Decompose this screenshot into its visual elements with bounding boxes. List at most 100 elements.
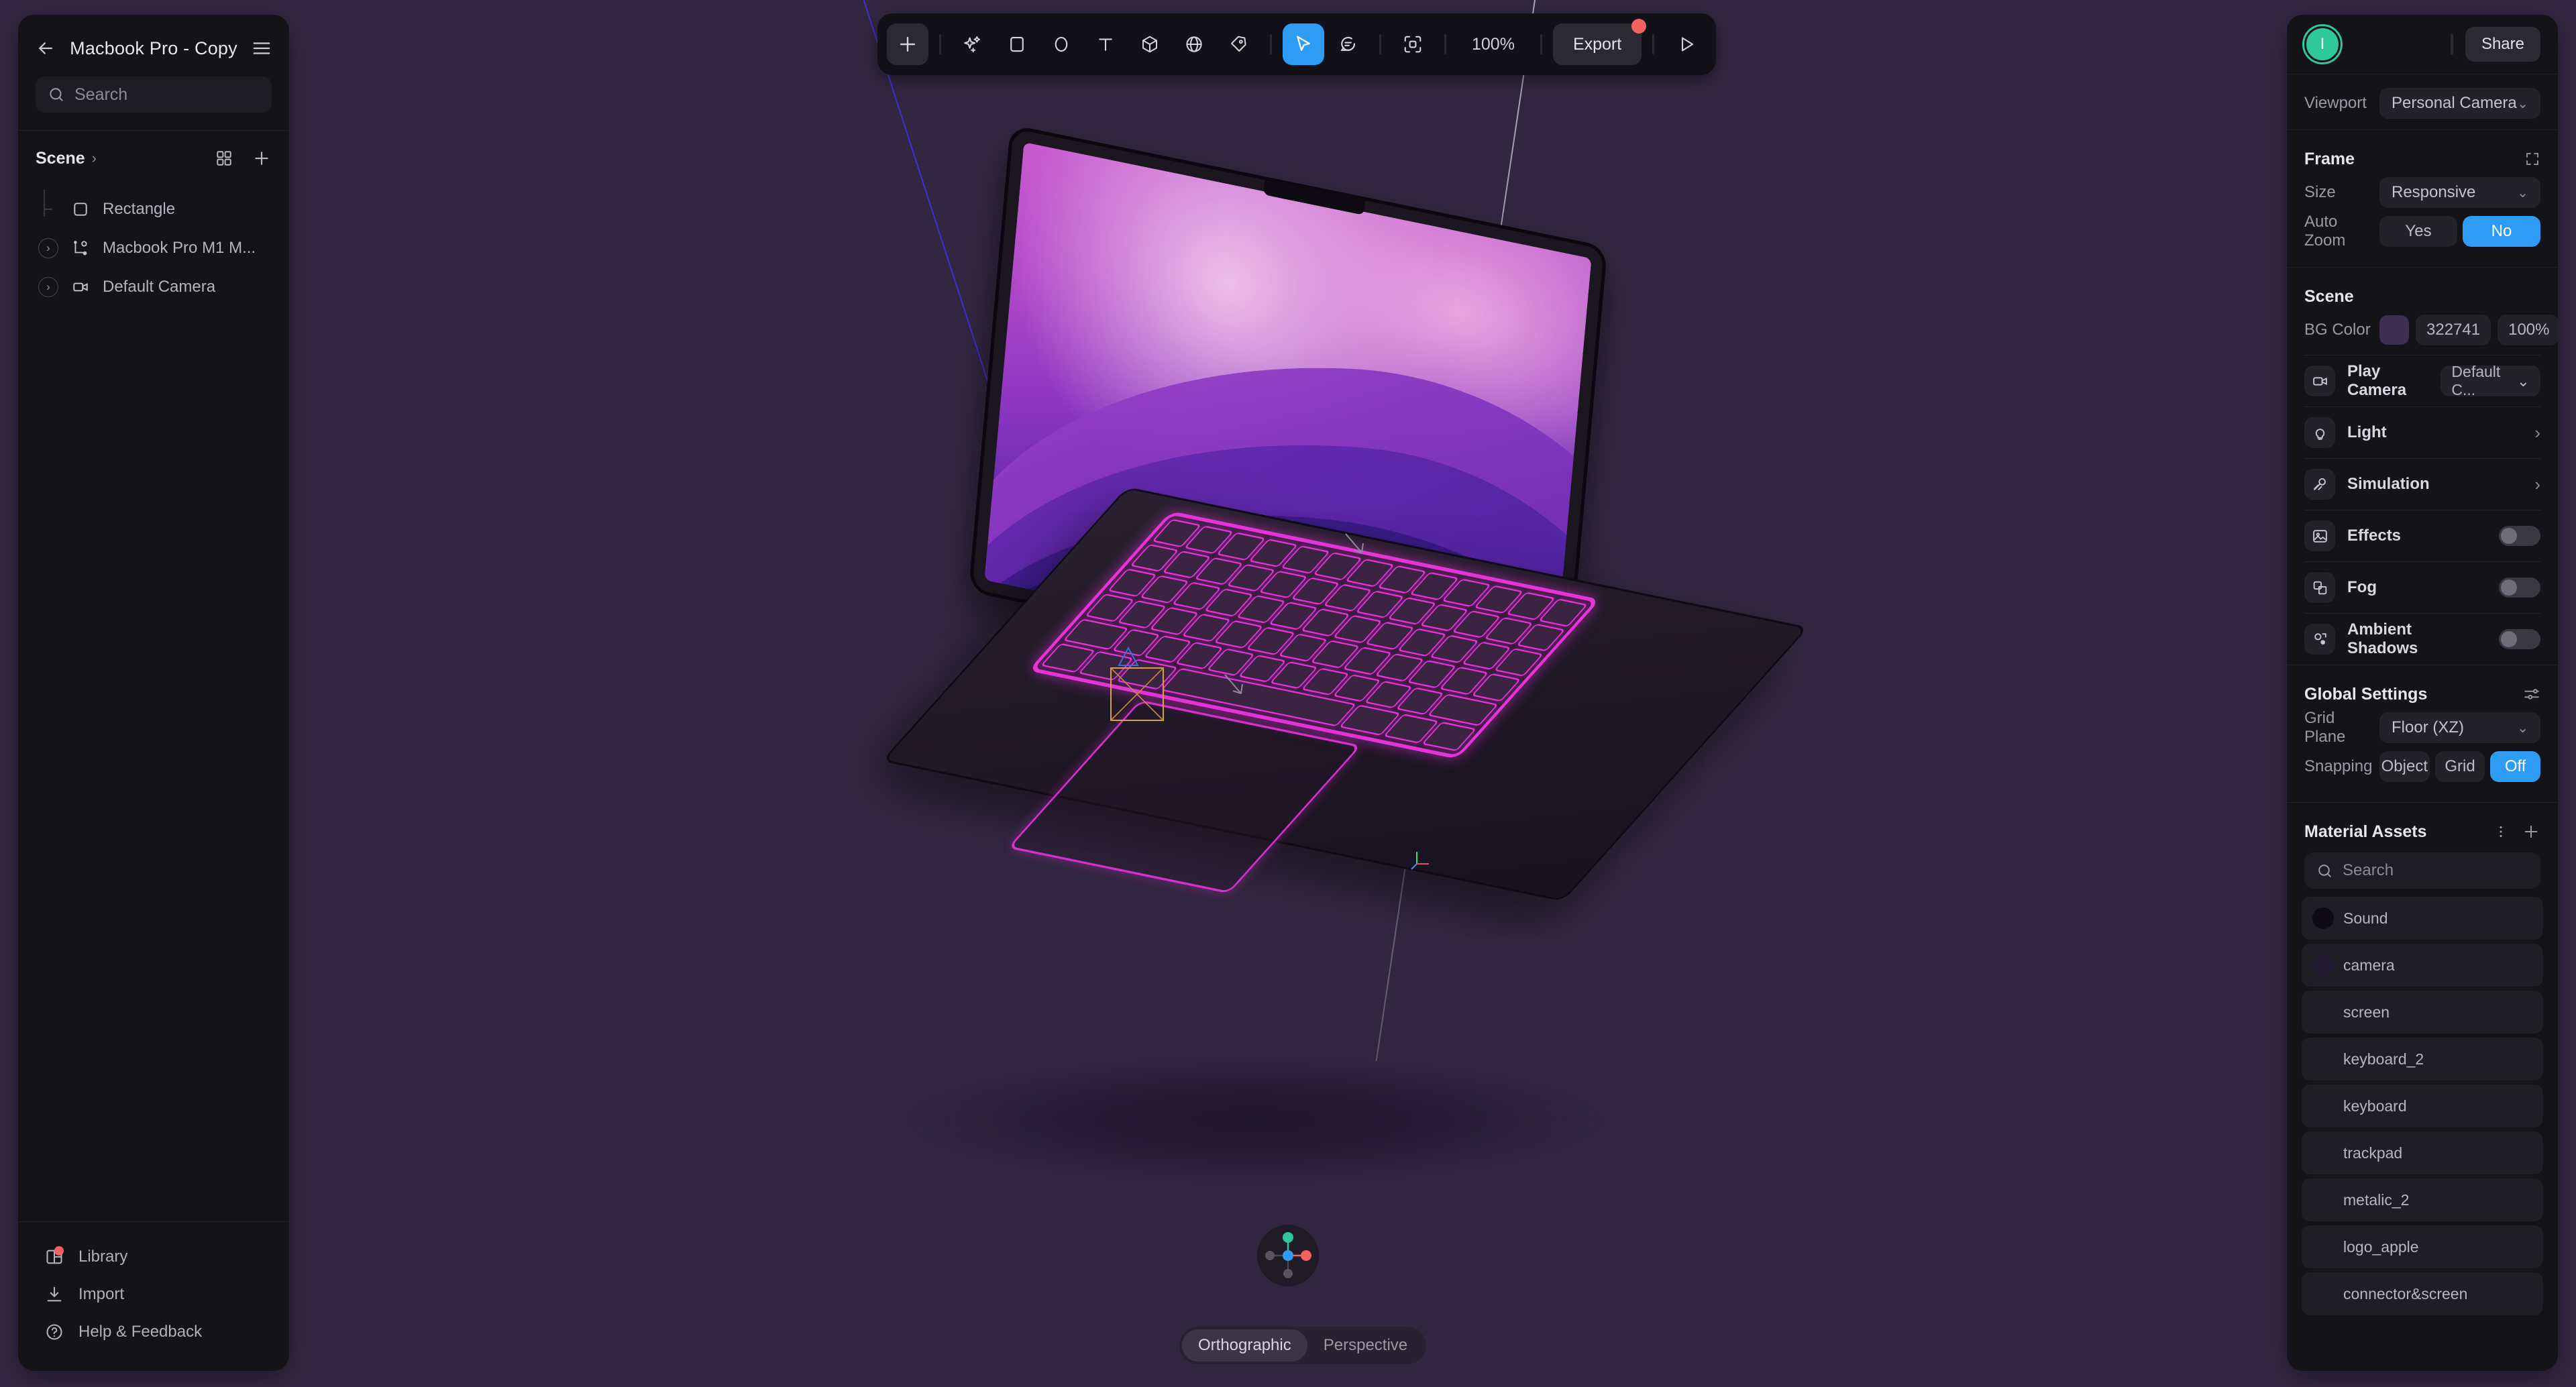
material-item[interactable]: Sound <box>2302 897 2543 940</box>
hamburger-menu-icon[interactable] <box>252 38 272 58</box>
play-camera-row[interactable]: Play Camera Default C... ⌄ <box>2287 355 2558 406</box>
snapping-grid[interactable]: Grid <box>2434 751 2485 782</box>
square-icon <box>69 201 92 218</box>
grid-plane-select[interactable]: Floor (XZ) ⌄ <box>2379 712 2540 743</box>
export-button[interactable]: Export <box>1552 19 1647 65</box>
search-input[interactable] <box>74 85 260 105</box>
macbook-3d-model[interactable] <box>885 128 1831 1100</box>
left-sidebar: Macbook Pro - Copy Scene › <box>18 15 289 1371</box>
material-swatch <box>2312 1048 2334 1070</box>
ambient-shadows-toggle[interactable] <box>2499 629 2540 649</box>
simulation-row[interactable]: Simulation › <box>2287 459 2558 510</box>
toolbar-divider <box>1540 34 1542 54</box>
tree-item-default-camera[interactable]: › Default Camera <box>18 268 289 307</box>
material-search[interactable] <box>2304 852 2540 889</box>
material-item[interactable]: logo_apple <box>2302 1225 2543 1268</box>
light-label: Light <box>2347 423 2387 441</box>
chevron-right-icon[interactable]: › <box>38 277 58 297</box>
image-icon <box>2304 520 2335 551</box>
effects-row[interactable]: Effects <box>2287 510 2558 561</box>
frame-size-value: Responsive <box>2392 183 2476 201</box>
tree-item-macbook-pro[interactable]: › Macbook Pro M1 M... <box>18 229 289 268</box>
auto-zoom-no[interactable]: No <box>2463 216 2540 247</box>
ellipse-icon[interactable] <box>1040 23 1082 65</box>
projection-orthographic-option[interactable]: Orthographic <box>1182 1329 1307 1362</box>
frame-select-icon[interactable] <box>1392 23 1434 65</box>
expand-frame-icon[interactable] <box>2524 151 2540 167</box>
material-item[interactable]: keyboard_2 <box>2302 1038 2543 1080</box>
material-item[interactable]: camera <box>2302 944 2543 987</box>
sidebar-item-library[interactable]: Library <box>18 1238 289 1276</box>
zoom-level[interactable]: 100% <box>1457 35 1529 54</box>
material-swatch <box>2312 907 2334 929</box>
arrow-left-icon[interactable] <box>36 38 56 58</box>
axis-gizmo[interactable] <box>1257 1225 1319 1286</box>
material-item[interactable]: keyboard <box>2302 1085 2543 1127</box>
material-item[interactable]: metalic_2 <box>2302 1178 2543 1221</box>
kebab-menu-icon[interactable] <box>2493 824 2508 839</box>
effects-toggle[interactable] <box>2499 526 2540 546</box>
right-panel-header: I Share <box>2287 15 2558 74</box>
ambient-shadows-row[interactable]: Ambient Shadows <box>2287 614 2558 665</box>
layers-icon <box>2304 572 2335 603</box>
axis-gizmo-widget[interactable] <box>1234 1225 1342 1286</box>
projection-perspective-option[interactable]: Perspective <box>1307 1329 1424 1362</box>
material-item[interactable]: screen <box>2302 991 2543 1034</box>
sidebar-item-label: Library <box>78 1247 128 1266</box>
cursor-arrow-icon[interactable] <box>1283 23 1324 65</box>
bg-color-swatch[interactable] <box>2379 315 2409 345</box>
grid-view-icon[interactable] <box>215 150 233 167</box>
viewport-select[interactable]: Personal Camera ⌄ <box>2379 88 2540 119</box>
tree-guide-line <box>38 190 58 229</box>
chevron-right-icon[interactable]: › <box>2534 423 2540 443</box>
viewport-3d-canvas[interactable] <box>0 0 2576 1387</box>
selection-gizmo[interactable] <box>1100 644 1187 738</box>
fog-toggle[interactable] <box>2499 577 2540 598</box>
text-icon[interactable] <box>1085 23 1126 65</box>
grid-plane-value: Floor (XZ) <box>2392 718 2464 736</box>
scene-title: Scene <box>2304 286 2354 306</box>
play-camera-select[interactable]: Default C... ⌄ <box>2440 363 2540 398</box>
pen-icon[interactable] <box>1218 23 1259 65</box>
material-search-input[interactable] <box>2343 861 2528 880</box>
frame-size-select[interactable]: Responsive ⌄ <box>2379 177 2540 208</box>
viewport-section: Viewport Personal Camera ⌄ <box>2287 74 2558 129</box>
top-toolbar: 100% Export <box>877 13 1717 75</box>
material-swatch <box>2312 1095 2334 1117</box>
sliders-icon[interactable] <box>2523 685 2540 703</box>
fog-row[interactable]: Fog <box>2287 562 2558 613</box>
search-icon <box>2316 863 2333 879</box>
scene-tree: Rectangle › Macbook Pro M1 M... › Defaul… <box>18 186 289 307</box>
material-item[interactable]: trackpad <box>2302 1131 2543 1174</box>
chevron-right-icon[interactable]: › <box>92 150 97 167</box>
share-button[interactable]: Share <box>2465 27 2540 62</box>
sidebar-search[interactable] <box>36 76 272 113</box>
comment-icon[interactable] <box>1327 23 1368 65</box>
add-button[interactable] <box>887 23 928 65</box>
plus-icon[interactable] <box>252 148 272 168</box>
avatar[interactable]: I <box>2304 26 2341 62</box>
app-root: Macbook Pro - Copy Scene › <box>0 0 2576 1387</box>
bg-color-label: BG Color <box>2304 321 2371 339</box>
cube-icon[interactable] <box>1129 23 1171 65</box>
bg-color-hex-field[interactable]: 322741 <box>2416 315 2491 345</box>
chevron-right-icon[interactable]: › <box>2534 474 2540 495</box>
material-item[interactable]: connector&screen <box>2302 1272 2543 1315</box>
magic-wand-icon[interactable] <box>952 23 994 65</box>
rectangle-icon[interactable] <box>996 23 1038 65</box>
sphere-icon[interactable] <box>1173 23 1215 65</box>
plus-icon[interactable] <box>2522 822 2540 841</box>
bg-color-opacity-field[interactable]: 100% <box>2498 315 2558 345</box>
snapping-object[interactable]: Object <box>2379 751 2430 782</box>
chevron-down-icon: ⌄ <box>2516 372 2530 390</box>
play-icon[interactable] <box>1665 23 1707 65</box>
auto-zoom-yes[interactable]: Yes <box>2379 216 2457 247</box>
chevron-right-icon[interactable]: › <box>38 238 58 258</box>
sidebar-item-help-feedback[interactable]: Help & Feedback <box>18 1313 289 1351</box>
frame-section: Frame Size Responsive ⌄ Auto Zoom Yes No <box>2287 130 2558 267</box>
snapping-off[interactable]: Off <box>2490 751 2541 782</box>
light-row[interactable]: Light › <box>2287 407 2558 458</box>
sidebar-item-import[interactable]: Import <box>18 1276 289 1313</box>
tree-item-rectangle[interactable]: Rectangle <box>18 190 289 229</box>
direction-arrow-icon <box>1224 674 1243 694</box>
